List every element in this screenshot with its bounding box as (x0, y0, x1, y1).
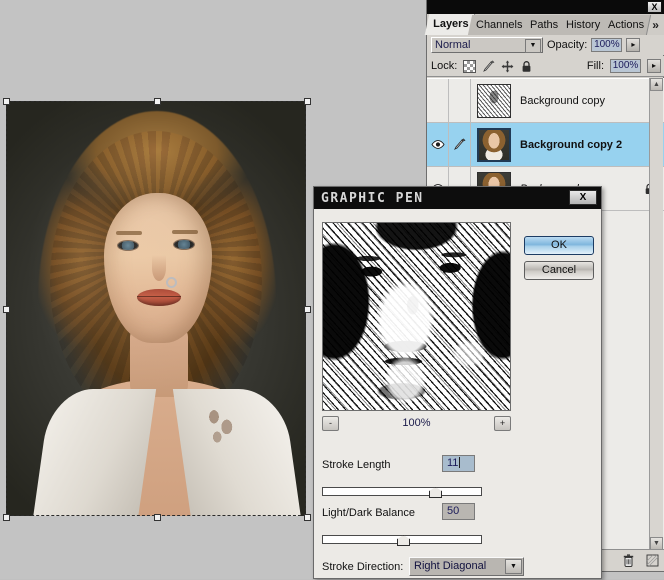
selection-handle-bottom-center[interactable] (154, 514, 161, 521)
opacity-label: Opacity: (547, 39, 588, 51)
graphic-pen-dialog: GRAPHIC PEN X OK Cancel - 100% + Stroke … (313, 186, 602, 579)
lock-pixels-brush-icon[interactable] (482, 60, 495, 73)
fill-input[interactable]: 100% (610, 59, 641, 73)
lock-label: Lock: (431, 60, 458, 72)
stroke-direction-label: Stroke Direction: (322, 561, 404, 573)
stroke-length-slider-thumb[interactable] (429, 487, 442, 498)
layer-visibility-toggle[interactable] (427, 122, 449, 167)
table-row[interactable]: Background copy 2 (427, 122, 664, 167)
close-icon[interactable]: X (647, 1, 662, 13)
lock-all-padlock-icon[interactable] (520, 60, 533, 73)
layer-name[interactable]: Background copy (520, 95, 664, 107)
layer-link-toggle[interactable] (449, 122, 471, 167)
selection-handle-middle-right[interactable] (304, 306, 311, 313)
layers-panel-tabs: Layers Channels Paths History Actions » (424, 14, 664, 36)
layer-name[interactable]: Background copy 2 (520, 139, 664, 151)
dialog-title: GRAPHIC PEN (321, 190, 424, 206)
eye-icon[interactable] (430, 140, 445, 149)
blend-mode-select[interactable]: Normal ▼ (431, 37, 543, 53)
dialog-body: OK Cancel - 100% + Stroke Length 11 Ligh… (314, 209, 601, 580)
zoom-in-button[interactable]: + (494, 416, 511, 431)
selection-handle-bottom-right[interactable] (304, 514, 311, 521)
layer-list-scrollbar[interactable]: ▲ ▼ (649, 78, 663, 550)
blend-mode-row: Normal ▼ Opacity: 100% ▸ (427, 35, 664, 55)
light-dark-balance-input[interactable]: 50 (442, 503, 475, 520)
stroke-length-slider[interactable] (322, 487, 482, 498)
table-row[interactable]: Background copy (427, 79, 664, 123)
opacity-slider-arrow-icon[interactable]: ▸ (626, 38, 641, 52)
opacity-input[interactable]: 100% (591, 38, 623, 52)
cancel-button[interactable]: Cancel (524, 261, 594, 280)
stroke-direction-value: Right Diagonal (414, 560, 487, 572)
dialog-titlebar[interactable]: GRAPHIC PEN X (314, 187, 601, 209)
tab-actions[interactable]: Actions (600, 15, 652, 35)
trash-icon[interactable] (621, 553, 635, 568)
layer-visibility-toggle[interactable] (427, 79, 449, 123)
stroke-length-label: Stroke Length (322, 459, 391, 471)
selection-handle-top-center[interactable] (154, 98, 161, 105)
light-dark-balance-slider[interactable] (322, 535, 482, 546)
light-dark-balance-value: 50 (447, 505, 460, 517)
blend-mode-value: Normal (435, 39, 471, 51)
selection-handle-middle-left[interactable] (3, 306, 10, 313)
new-layer-icon[interactable] (645, 554, 659, 568)
preview-zoom-controls: - 100% + (322, 416, 511, 438)
lock-transparency-icon[interactable] (463, 59, 477, 73)
preview-light-areas (323, 223, 510, 410)
layer-thumbnail[interactable] (477, 127, 511, 162)
filter-preview[interactable] (322, 222, 511, 411)
selection-marquee[interactable] (3, 98, 311, 521)
fill-label: Fill: (586, 60, 604, 72)
scroll-up-icon[interactable]: ▲ (650, 78, 663, 91)
layer-thumbnail[interactable] (477, 83, 511, 118)
stroke-direction-select[interactable]: Right Diagonal ▼ (409, 557, 524, 576)
tab-channels[interactable]: Channels (468, 15, 530, 35)
layers-panel-titlebar[interactable]: X (427, 0, 664, 14)
layer-link-toggle[interactable] (449, 79, 471, 123)
selection-handle-bottom-left[interactable] (3, 514, 10, 521)
lock-row: Lock: Fill: 100% ▸ (427, 56, 664, 77)
zoom-level-label: 100% (402, 417, 431, 429)
selection-handle-top-left[interactable] (3, 98, 10, 105)
selection-handle-top-right[interactable] (304, 98, 311, 105)
photoshop-workspace: X Layers Channels Paths History Actions … (0, 0, 664, 579)
fill-slider-arrow-icon[interactable]: ▸ (647, 59, 661, 73)
chevron-down-icon[interactable]: ▼ (525, 39, 541, 53)
lock-position-move-icon[interactable] (501, 60, 514, 73)
light-dark-balance-slider-thumb[interactable] (397, 535, 410, 546)
text-caret (459, 457, 461, 468)
close-icon[interactable]: X (569, 190, 597, 205)
stroke-length-input[interactable]: 11 (442, 455, 475, 472)
light-dark-balance-label: Light/Dark Balance (322, 507, 415, 519)
chevron-down-icon[interactable]: ▼ (505, 559, 522, 574)
stroke-length-value: 11 (447, 457, 459, 469)
ok-button[interactable]: OK (524, 236, 594, 255)
paintbrush-icon[interactable] (453, 138, 466, 151)
